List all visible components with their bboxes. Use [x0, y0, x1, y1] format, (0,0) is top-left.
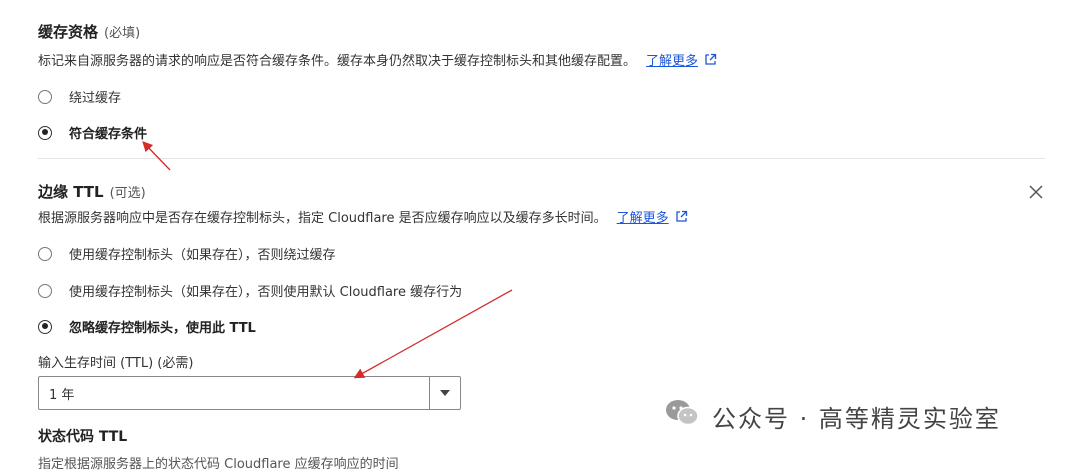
annotation-arrow-ttl	[353, 289, 513, 379]
annotation-arrow-eligible	[142, 141, 171, 171]
watermark: 公众号 · 高等精灵实验室	[664, 398, 1001, 434]
watermark-text: 公众号 · 高等精灵实验室	[712, 404, 1001, 433]
annotation-arrows	[142, 141, 513, 379]
wechat-icon	[664, 398, 700, 434]
